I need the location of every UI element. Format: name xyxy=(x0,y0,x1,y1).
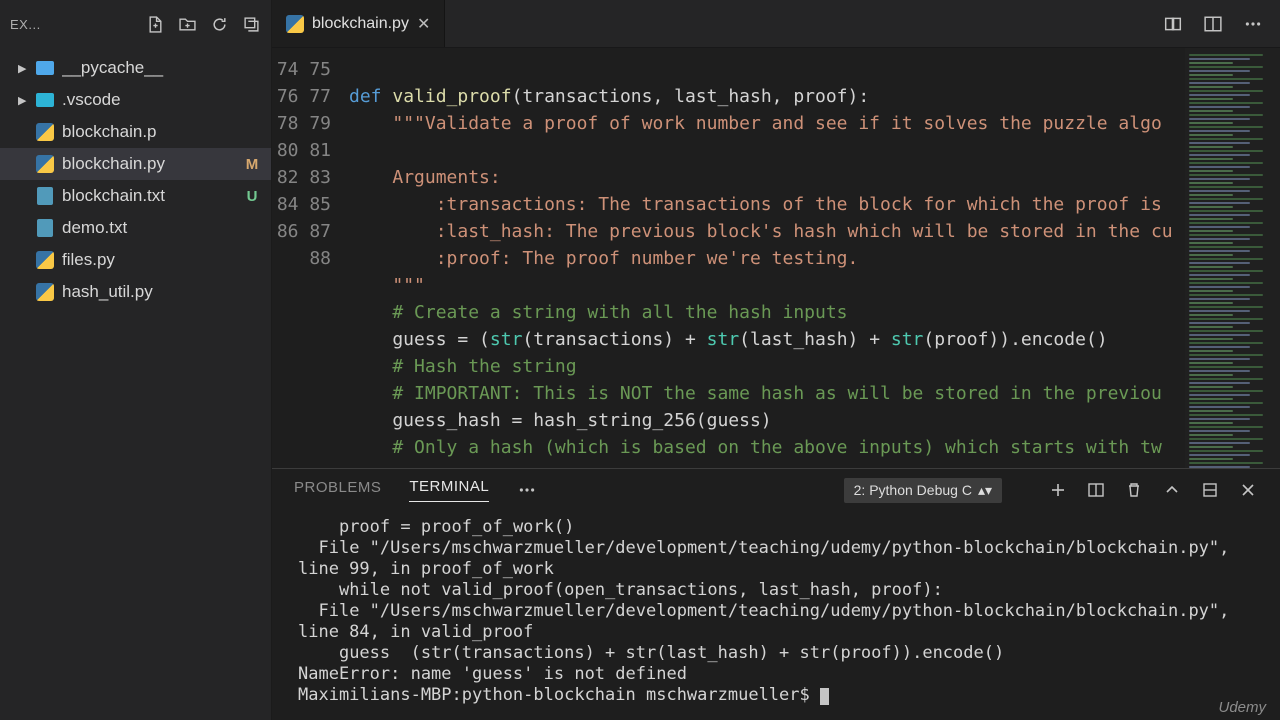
terminal-line: guess (str(transactions) + str(last_hash… xyxy=(298,643,1004,663)
terminal-select-label: 2: Python Debug C xyxy=(854,482,972,498)
terminal-line: File "/Users/mschwarzmueller/development… xyxy=(298,601,1240,642)
editor-actions xyxy=(1162,13,1280,35)
file-icon xyxy=(36,155,54,173)
close-panel-icon[interactable] xyxy=(1238,480,1258,500)
minimap[interactable] xyxy=(1185,48,1280,468)
split-editor-icon[interactable] xyxy=(1202,13,1224,35)
terminal-line: File "/Users/mschwarzmueller/development… xyxy=(298,538,1240,579)
terminal-line: NameError: name 'guess' is not defined xyxy=(298,664,687,684)
chevron-right-icon: ▶ xyxy=(18,62,28,75)
editor-pane: blockchain.py ✕ 74 75 76 77 78 79 80 81 … xyxy=(272,0,1280,720)
git-status-badge: M xyxy=(245,156,259,173)
panel-tab-terminal[interactable]: TERMINAL xyxy=(409,478,489,502)
folder-icon xyxy=(36,91,54,109)
panel-tab-bar: PROBLEMS TERMINAL 2: Python Debug C ▴▾ xyxy=(272,469,1280,511)
file-icon xyxy=(36,187,54,205)
compare-changes-icon[interactable] xyxy=(1162,13,1184,35)
maximize-panel-icon[interactable] xyxy=(1200,480,1220,500)
tree-item-blockchain-p[interactable]: blockchain.p xyxy=(0,116,271,148)
tree-item-hash-util-py[interactable]: hash_util.py xyxy=(0,276,271,308)
new-folder-icon[interactable] xyxy=(177,14,197,34)
tree-item-label: demo.txt xyxy=(62,218,237,238)
explorer-sidebar: EX... ▶ __pycache__ ▶ .vscode blockchain.p bl… xyxy=(0,0,272,720)
panel-up-icon[interactable] xyxy=(1162,480,1182,500)
file-tree: ▶ __pycache__ ▶ .vscode blockchain.p blockcha… xyxy=(0,48,271,312)
terminal-line: while not valid_proof(open_transactions,… xyxy=(298,580,943,600)
file-icon xyxy=(36,251,54,269)
terminal-line: Maximilians-MBP:python-blockchain mschwa… xyxy=(298,685,820,705)
tree-item-label: blockchain.p xyxy=(62,122,237,142)
tree-item-files-py[interactable]: files.py xyxy=(0,244,271,276)
terminal-cursor xyxy=(820,688,829,705)
tree-item--pycache-[interactable]: ▶ __pycache__ xyxy=(0,52,271,84)
file-icon xyxy=(36,283,54,301)
tree-item-blockchain-py[interactable]: blockchain.py M xyxy=(0,148,271,180)
line-gutter: 74 75 76 77 78 79 80 81 82 83 84 85 86 8… xyxy=(272,48,349,468)
explorer-title: EX... xyxy=(10,17,133,32)
tree-item-blockchain-txt[interactable]: blockchain.txt U xyxy=(0,180,271,212)
tree-item--vscode[interactable]: ▶ .vscode xyxy=(0,84,271,116)
terminal-select[interactable]: 2: Python Debug C ▴▾ xyxy=(844,478,1002,503)
watermark: Udemy xyxy=(1218,699,1266,716)
tree-item-demo-txt[interactable]: demo.txt xyxy=(0,212,271,244)
close-tab-icon[interactable]: ✕ xyxy=(417,14,430,34)
folder-icon xyxy=(36,59,54,77)
refresh-icon[interactable] xyxy=(209,14,229,34)
tree-item-label: blockchain.txt xyxy=(62,186,237,206)
tree-item-label: .vscode xyxy=(62,90,237,110)
tab-blockchain-py[interactable]: blockchain.py ✕ xyxy=(272,0,445,47)
tree-item-label: files.py xyxy=(62,250,237,270)
tab-bar: blockchain.py ✕ xyxy=(272,0,1280,48)
code-editor[interactable]: 74 75 76 77 78 79 80 81 82 83 84 85 86 8… xyxy=(272,48,1280,468)
git-status-badge: U xyxy=(245,188,259,205)
dropdown-caret-icon: ▴▾ xyxy=(978,482,992,499)
explorer-header: EX... xyxy=(0,0,271,48)
collapse-all-icon[interactable] xyxy=(241,14,261,34)
new-terminal-icon[interactable] xyxy=(1048,480,1068,500)
kill-terminal-icon[interactable] xyxy=(1124,480,1144,500)
tab-label: blockchain.py xyxy=(312,15,409,33)
tree-item-label: __pycache__ xyxy=(62,58,237,78)
tree-item-label: blockchain.py xyxy=(62,154,237,174)
panel-tab-problems[interactable]: PROBLEMS xyxy=(294,479,381,502)
file-icon xyxy=(36,123,54,141)
bottom-panel: PROBLEMS TERMINAL 2: Python Debug C ▴▾ xyxy=(272,468,1280,720)
terminal-output[interactable]: proof = proof_of_work() File "/Users/msc… xyxy=(272,511,1280,720)
code-content[interactable]: def valid_proof(transactions, last_hash,… xyxy=(349,48,1185,468)
new-file-icon[interactable] xyxy=(145,14,165,34)
split-terminal-icon[interactable] xyxy=(1086,480,1106,500)
panel-more-icon[interactable] xyxy=(517,480,537,500)
chevron-right-icon: ▶ xyxy=(18,94,28,107)
tree-item-label: hash_util.py xyxy=(62,282,237,302)
terminal-line: proof = proof_of_work() xyxy=(298,517,574,537)
file-icon xyxy=(36,219,54,237)
python-file-icon xyxy=(286,15,304,33)
more-actions-icon[interactable] xyxy=(1242,13,1264,35)
